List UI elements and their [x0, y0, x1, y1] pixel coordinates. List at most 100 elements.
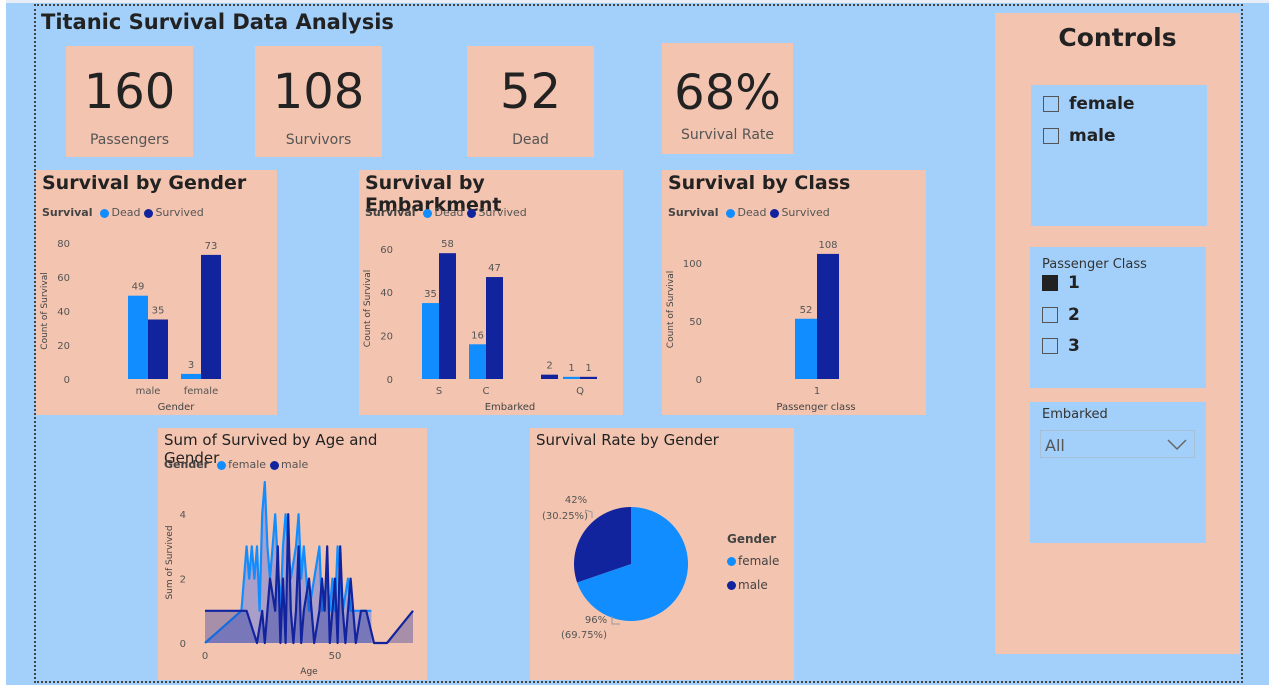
data-label: 35: [152, 306, 165, 317]
data-label: 58: [441, 239, 454, 250]
data-label: 35: [424, 289, 437, 300]
pie-label-male-value: 42%: [565, 495, 587, 506]
pie-legend-male-marker: [727, 581, 736, 590]
x-axis-label: Passenger class: [776, 402, 855, 413]
y-tick-label: 40: [57, 307, 70, 318]
y-tick-label: 100: [683, 259, 702, 270]
kpi-dead-value: 52: [499, 64, 562, 120]
kpi-passengers-value: 160: [83, 64, 176, 120]
y-tick-label: 60: [380, 245, 393, 256]
x-tick-label: S: [436, 386, 442, 397]
gender-bar-plot: 0 20 40 60 80 Count of Survival Gender 49 35 male…: [40, 239, 221, 413]
bar-dead: [795, 318, 817, 379]
data-label: 2: [546, 361, 552, 372]
y-axis-label: Count of Survival: [363, 270, 373, 347]
y-tick-label: 60: [57, 273, 70, 284]
slicer-header: Embarked: [1042, 407, 1108, 422]
left-edge: [0, 0, 6, 685]
kpi-survival-rate-label: Survival Rate: [681, 127, 774, 143]
embarked-dropdown[interactable]: All: [1040, 430, 1195, 458]
page-title: Titanic Survival Data Analysis: [41, 10, 394, 34]
y-tick-label: 0: [64, 375, 70, 386]
y-tick-label: 0: [387, 375, 393, 386]
kpi-passengers[interactable]: 160 Passengers: [66, 46, 193, 157]
chart-survival-by-embarkment[interactable]: Survival by Embarkment Survival Dead Survi…: [359, 170, 623, 415]
checkbox-female-label[interactable]: female: [1069, 94, 1134, 114]
x-tick-label: 1: [814, 386, 820, 397]
kpi-survivors[interactable]: 108 Survivors: [255, 46, 382, 157]
checkbox-female[interactable]: [1043, 96, 1059, 112]
data-label: 52: [800, 305, 813, 316]
controls-title: Controls: [1058, 23, 1177, 52]
checkbox-male[interactable]: [1043, 128, 1059, 144]
x-tick-label: male: [136, 386, 161, 397]
y-tick-label: 4: [180, 510, 186, 521]
y-tick-label: 50: [689, 317, 702, 328]
checkbox-class-2[interactable]: [1042, 307, 1058, 323]
embarked-slicer[interactable]: Embarked All: [1030, 402, 1206, 543]
chart-survived-by-age-gender[interactable]: Sum of Survived by Age and Gender Gender…: [158, 428, 427, 680]
y-axis-label: Count of Survival: [40, 272, 50, 349]
data-label: 3: [188, 360, 194, 371]
kpi-dead[interactable]: 52 Dead: [467, 46, 594, 157]
checkbox-class-1-label[interactable]: 1: [1068, 273, 1080, 293]
class-bar-plot: 0 50 100 Count of Survival Passenger class 52…: [666, 240, 856, 413]
data-label: 1: [585, 363, 591, 374]
pie-legend-female-label: female: [738, 554, 780, 568]
pie-legend-female-marker: [727, 557, 736, 566]
top-edge: [0, 0, 1269, 3]
y-tick-label: 0: [180, 639, 186, 650]
data-label: 108: [818, 240, 837, 251]
pie-label-male-share: (30.25%): [542, 511, 588, 522]
x-tick-label: C: [483, 386, 490, 397]
passenger-class-slicer[interactable]: Passenger Class 1 2 3: [1030, 247, 1206, 388]
gender-slicer[interactable]: female male: [1031, 85, 1207, 226]
x-tick-label: 50: [329, 651, 342, 662]
x-tick-label: 0: [202, 651, 208, 662]
y-tick-label: 40: [380, 288, 393, 299]
bar-dead: [422, 303, 439, 379]
checkbox-class-2-label[interactable]: 2: [1068, 305, 1080, 325]
checkbox-class-3-label[interactable]: 3: [1068, 336, 1080, 356]
checkbox-class-3[interactable]: [1042, 338, 1058, 354]
kpi-survivors-value: 108: [272, 64, 365, 120]
pie-legend-male: male: [727, 578, 768, 592]
kpi-survivors-label: Survivors: [285, 132, 352, 148]
data-label: 1: [568, 363, 574, 374]
chart-survival-by-gender[interactable]: Survival by Gender Survival Dead Survived …: [36, 170, 277, 415]
data-label: 47: [488, 263, 501, 274]
pie-legend-title: Gender: [727, 532, 777, 546]
chart-survival-rate-by-gender[interactable]: Survival Rate by Gender 42% (30.25%) 96% (6…: [530, 428, 794, 680]
bar-dead: [563, 376, 580, 379]
chevron-down-icon: [1167, 439, 1187, 451]
y-tick-label: 20: [380, 332, 393, 343]
chart-survival-by-class[interactable]: Survival by Class Survival Dead Survived 0…: [662, 170, 926, 415]
slicer-header: Passenger Class: [1042, 257, 1147, 272]
pie-legend-male-label: male: [738, 578, 768, 592]
x-tick-label: female: [184, 386, 218, 397]
pie-label-female-value: 96%: [585, 615, 607, 626]
bar-survived: [439, 253, 456, 379]
kpi-passengers-label: Passengers: [89, 132, 170, 148]
x-axis-label: Age: [300, 667, 318, 677]
checkbox-male-label[interactable]: male: [1069, 126, 1116, 146]
data-label: 16: [471, 330, 484, 341]
checkbox-class-1[interactable]: [1042, 275, 1058, 291]
bar-survived: [201, 254, 221, 379]
controls-panel: Controls female male Passenger Class 1 2…: [995, 13, 1240, 654]
x-axis-label: Embarked: [485, 402, 536, 413]
dropdown-value: All: [1045, 436, 1065, 455]
y-axis-label: Count of Survival: [666, 271, 676, 348]
embarkment-bar-plot: 0 20 40 60 Count of Survival Embarked 35 58 S 16 4…: [363, 239, 597, 413]
bar-dead: [181, 373, 201, 379]
pie-legend-female: female: [727, 554, 779, 568]
y-axis-label: Sum of Survived: [165, 525, 175, 599]
kpi-survival-rate[interactable]: 68% Survival Rate: [662, 43, 793, 154]
x-tick-label: Q: [576, 386, 584, 397]
bar-dead: [469, 344, 486, 379]
y-tick-label: 20: [57, 341, 70, 352]
bar-survived: [541, 374, 558, 379]
y-tick-label: 80: [57, 239, 70, 250]
y-tick-label: 0: [696, 375, 702, 386]
kpi-dead-label: Dead: [512, 132, 549, 148]
